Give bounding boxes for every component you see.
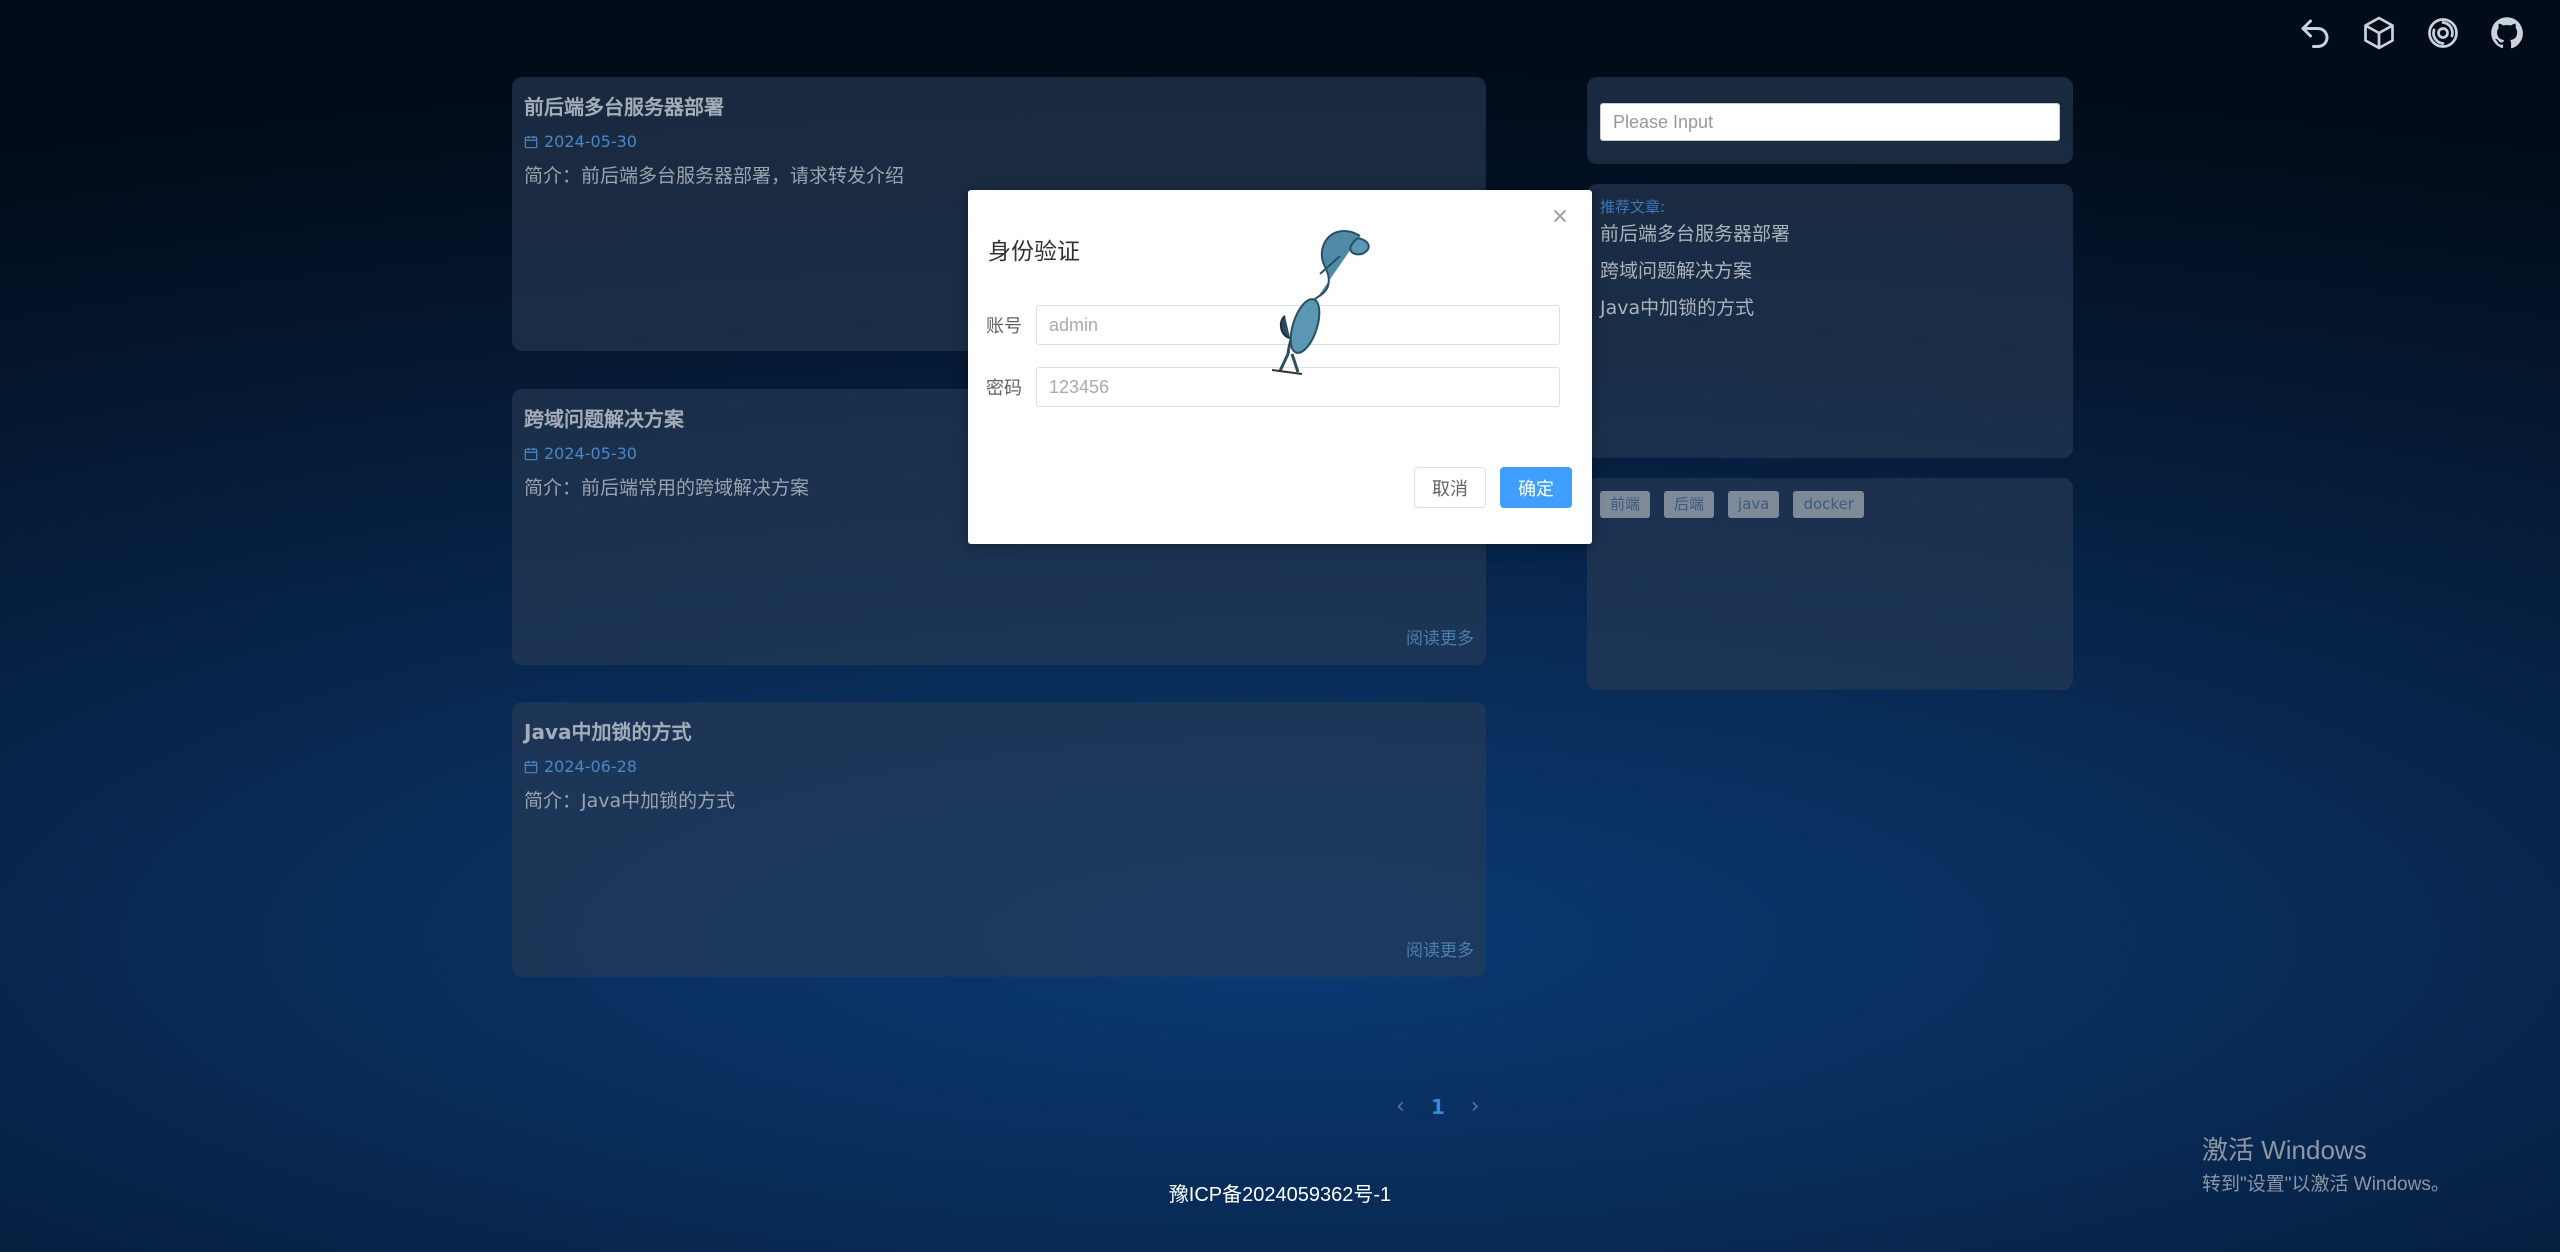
- article-summary: 简介：前后端多台服务器部署，请求转发介绍: [524, 165, 905, 187]
- squirrel-mascot-image: [1271, 230, 1370, 375]
- recommend-item[interactable]: Java中加锁的方式: [1600, 296, 1790, 333]
- account-label: 账号: [986, 316, 1022, 337]
- article-title[interactable]: 前后端多台服务器部署: [524, 91, 1474, 120]
- search-input[interactable]: [1600, 103, 2060, 141]
- top-toolbar: [2296, 14, 2526, 52]
- recommend-item[interactable]: 跨域问题解决方案: [1600, 259, 1790, 296]
- tag[interactable]: 前端: [1600, 491, 1651, 518]
- article-card[interactable]: Java中加锁的方式 2024-06-28 简介：Java中加锁的方式 阅读更多: [512, 702, 1486, 977]
- dialog-buttons: 取消 确定: [1414, 467, 1572, 508]
- cube-icon[interactable]: [2360, 14, 2398, 52]
- github-icon[interactable]: [2488, 14, 2526, 52]
- next-page-button[interactable]: ›: [1471, 1094, 1480, 1119]
- tag[interactable]: docker: [1793, 491, 1864, 518]
- windows-activation-watermark: 激活 Windows 转到"设置"以激活 Windows。: [2202, 1130, 2450, 1196]
- watermark-line1: 激活 Windows: [2202, 1135, 2367, 1165]
- search-box: [1587, 77, 2073, 164]
- article-date-text: 2024-06-28: [544, 757, 637, 776]
- swirl-icon[interactable]: [2424, 14, 2462, 52]
- tag-list: 前端 后端 java docker: [1600, 491, 1864, 518]
- page-number[interactable]: 1: [1431, 1095, 1445, 1119]
- calendar-icon: [524, 760, 538, 773]
- confirm-button[interactable]: 确定: [1500, 467, 1572, 508]
- calendar-icon: [524, 447, 538, 460]
- watermark-line2: 转到"设置"以激活 Windows。: [2202, 1174, 2450, 1195]
- icp-footer[interactable]: 豫ICP备2024059362号-1: [0, 1178, 2560, 1207]
- back-icon[interactable]: [2296, 14, 2334, 52]
- pagination: ‹ 1 ›: [1396, 1094, 1480, 1119]
- article-date: 2024-05-30: [524, 132, 1474, 151]
- prev-page-button[interactable]: ‹: [1396, 1094, 1405, 1119]
- article-date-text: 2024-05-30: [544, 444, 637, 463]
- cancel-button[interactable]: 取消: [1414, 467, 1486, 508]
- article-title[interactable]: Java中加锁的方式: [524, 716, 1474, 745]
- read-more-link[interactable]: 阅读更多: [1406, 936, 1474, 961]
- dialog-title: 身份验证: [988, 238, 1080, 264]
- tag[interactable]: 后端: [1664, 491, 1715, 518]
- close-icon[interactable]: [1550, 206, 1570, 226]
- tags-box: 前端 后端 java docker: [1587, 478, 2073, 690]
- article-date-text: 2024-05-30: [544, 132, 637, 151]
- read-more-link[interactable]: 阅读更多: [1406, 624, 1474, 649]
- recommend-list: 前后端多台服务器部署 跨域问题解决方案 Java中加锁的方式: [1600, 222, 1790, 333]
- recommend-item[interactable]: 前后端多台服务器部署: [1600, 222, 1790, 259]
- article-date: 2024-06-28: [524, 757, 1474, 776]
- recommend-title: 推荐文章:: [1600, 198, 1666, 216]
- recommend-box: 推荐文章: 前后端多台服务器部署 跨域问题解决方案 Java中加锁的方式: [1587, 184, 2073, 458]
- tag[interactable]: java: [1728, 491, 1780, 518]
- calendar-icon: [524, 135, 538, 148]
- password-label: 密码: [986, 378, 1022, 399]
- article-summary: 简介：Java中加锁的方式: [524, 790, 736, 812]
